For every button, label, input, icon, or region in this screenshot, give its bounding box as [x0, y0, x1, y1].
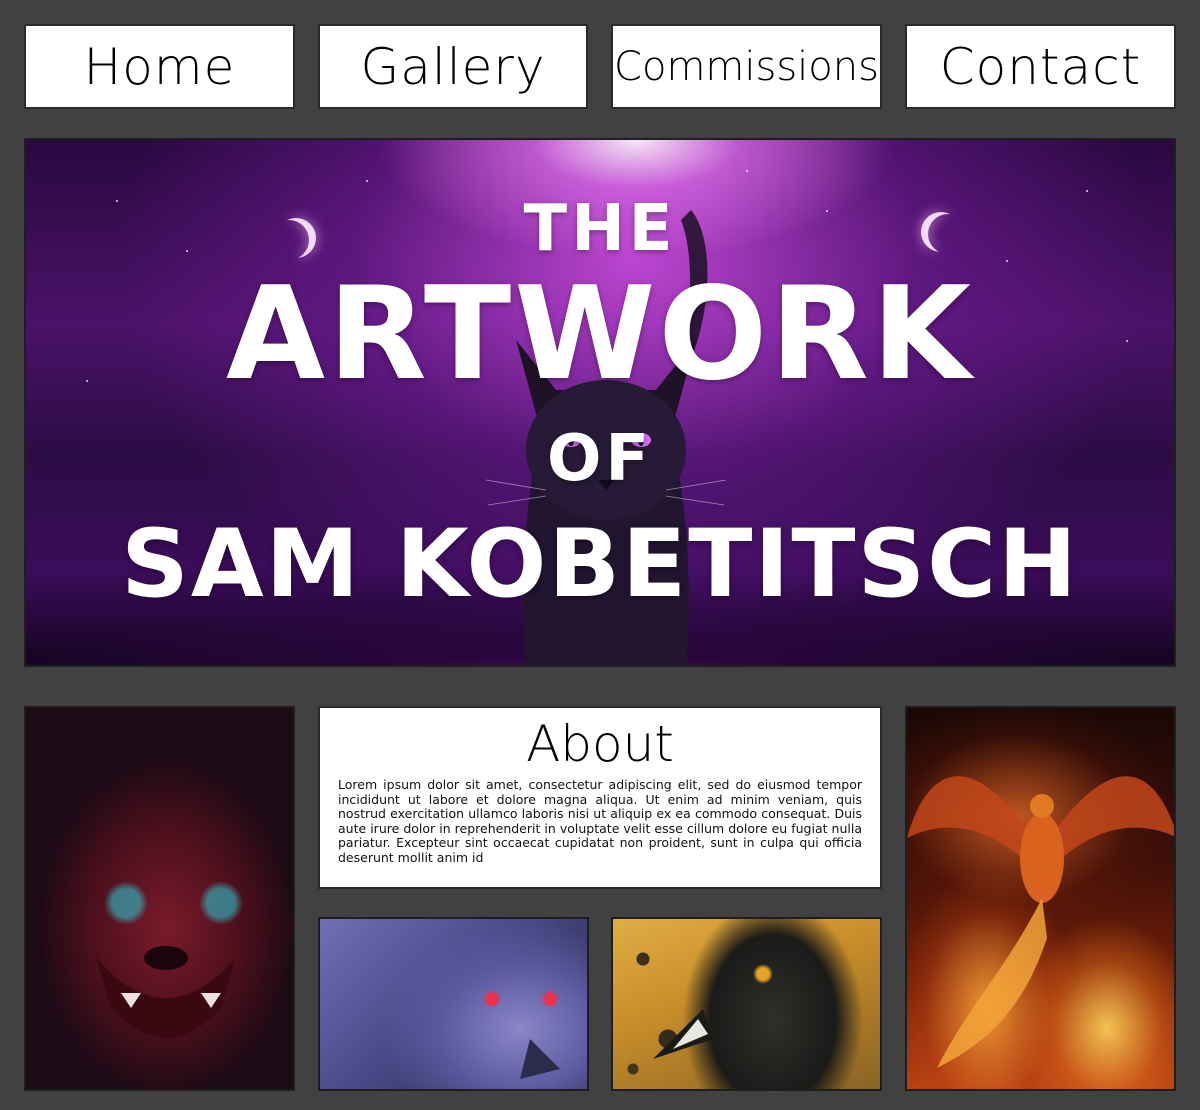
nav-home-button[interactable]: Home: [24, 24, 295, 109]
blue-wolf-artwork-icon: [520, 1039, 560, 1079]
gallery-phoenix-artwork[interactable]: [905, 706, 1176, 1091]
gallery-lion-artwork[interactable]: [24, 706, 295, 1091]
hero-title-of: OF: [546, 422, 654, 496]
hero-title-artist-name: SAM KOBETITSCH: [121, 510, 1079, 619]
about-title: About: [526, 715, 674, 773]
about-text: Lorem ipsum dolor sit amet, consectetur …: [338, 777, 862, 865]
nav-contact-button[interactable]: Contact: [905, 24, 1176, 109]
raven-artwork-icon: [653, 1009, 713, 1059]
hero-title-artwork: ARTWORK: [226, 260, 974, 409]
hero-title-the: THE: [523, 192, 677, 266]
hero-banner: THE ARTWORK OF SAM KOBETITSCH: [24, 138, 1176, 667]
gallery-wolf-artwork[interactable]: [318, 917, 589, 1091]
phoenix-artwork-icon: [907, 776, 1174, 1068]
nav-gallery-button[interactable]: Gallery: [318, 24, 588, 109]
red-lion-artwork-icon: [96, 946, 236, 1038]
gallery-raven-artwork[interactable]: [611, 917, 882, 1091]
nav-commissions-button[interactable]: Commissions: [611, 24, 882, 109]
about-panel: About Lorem ipsum dolor sit amet, consec…: [318, 706, 882, 889]
